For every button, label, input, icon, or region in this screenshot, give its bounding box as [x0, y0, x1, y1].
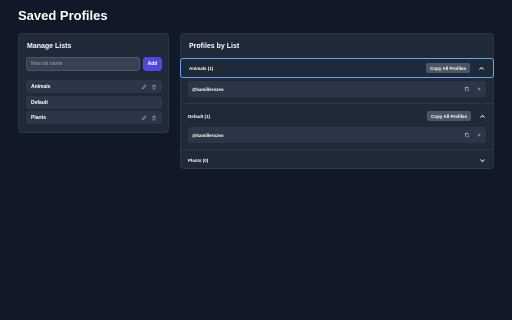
copy-all-profiles-button[interactable]: Copy All Profiles: [426, 63, 470, 73]
copy-icon[interactable]: [464, 86, 470, 92]
close-icon[interactable]: [476, 132, 482, 138]
list-item-label: Plants: [31, 114, 47, 121]
section-header-animals[interactable]: Animals (1) Copy All Profiles: [180, 58, 494, 78]
section-label: Default (1): [188, 113, 211, 119]
chevron-down-icon[interactable]: [479, 157, 486, 164]
copy-all-profiles-button[interactable]: Copy All Profiles: [427, 111, 471, 121]
list-item-animals[interactable]: Animals: [26, 80, 162, 93]
profile-row: @kamillerozeo: [188, 127, 486, 143]
section-label: Plants (0): [188, 157, 209, 163]
list-item-label: Default: [31, 99, 48, 106]
list-item-plants[interactable]: Plants: [26, 111, 162, 124]
trash-icon[interactable]: [151, 84, 157, 90]
chevron-up-icon[interactable]: [478, 65, 485, 72]
page-title: Saved Profiles: [18, 8, 108, 23]
profile-row: @kamillerozeo: [188, 81, 486, 97]
edit-icon[interactable]: [141, 114, 147, 121]
edit-icon[interactable]: [141, 83, 147, 90]
section-label: Animals (1): [189, 65, 214, 71]
chevron-up-icon[interactable]: [479, 113, 486, 120]
profile-handle: @kamillerozeo: [192, 86, 224, 92]
manage-lists-title: Manage Lists: [27, 43, 72, 50]
close-icon[interactable]: [476, 86, 482, 92]
new-list-name-input[interactable]: [26, 57, 140, 71]
profile-handle: @kamillerozeo: [192, 132, 224, 138]
list-item-label: Animals: [31, 83, 51, 90]
section-header-plants[interactable]: Plants (0): [180, 150, 494, 170]
section-divider: [180, 103, 494, 104]
list-item-default[interactable]: Default: [26, 96, 162, 109]
section-header-default[interactable]: Default (1) Copy All Profiles: [180, 106, 494, 126]
add-list-button[interactable]: Add: [143, 57, 162, 71]
profiles-by-list-title: Profiles by List: [189, 43, 240, 50]
copy-icon[interactable]: [464, 132, 470, 138]
trash-icon[interactable]: [151, 115, 157, 121]
